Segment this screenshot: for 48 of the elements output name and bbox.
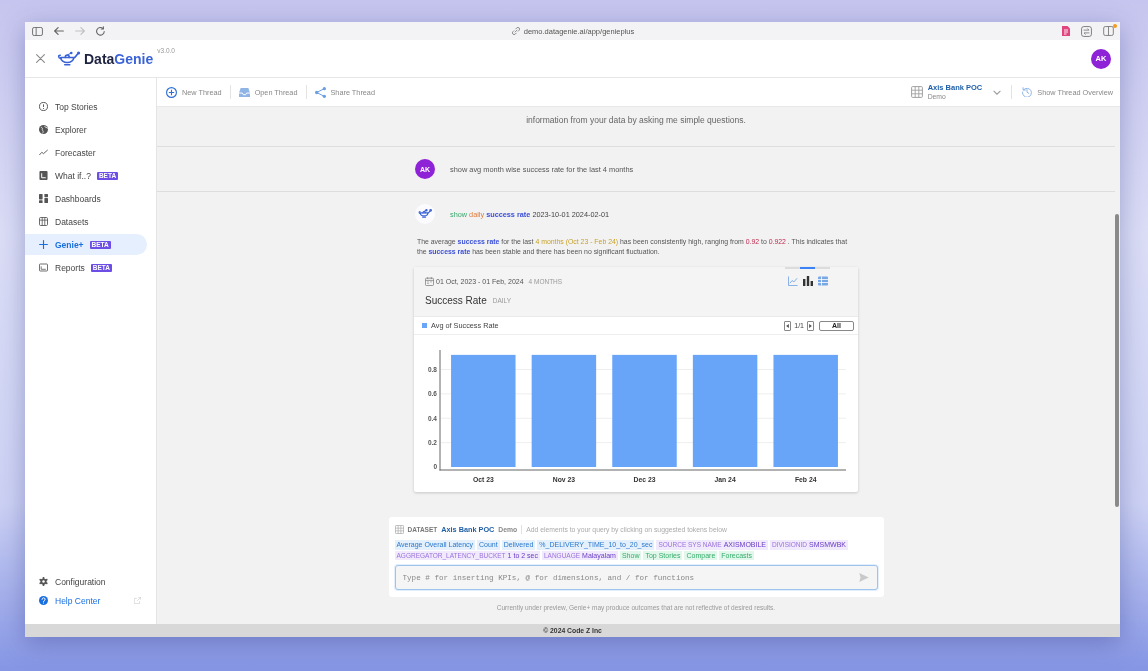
share-icon xyxy=(314,86,326,98)
close-icon[interactable] xyxy=(36,54,45,63)
brand-name: DataGenie xyxy=(84,50,154,67)
globe-icon xyxy=(39,125,48,134)
history-icon xyxy=(1022,87,1033,97)
inbox-icon xyxy=(238,86,250,98)
sidebar-item[interactable]: Forecaster xyxy=(25,142,147,163)
chart-title: Success Rate xyxy=(425,295,487,306)
chart-frame-icon xyxy=(39,263,48,272)
lamp-avatar-icon xyxy=(415,204,435,224)
chevron-down-icon xyxy=(993,89,1002,95)
reload-icon[interactable] xyxy=(96,26,105,36)
trend-line-icon xyxy=(39,148,48,157)
table-icon xyxy=(394,524,404,534)
scrollbar-thumb[interactable] xyxy=(1115,214,1119,507)
gear-icon xyxy=(39,577,48,586)
sidebar-item[interactable]: Configuration xyxy=(25,572,147,591)
sidebar-item[interactable]: Explorer xyxy=(25,119,147,140)
split-view-icon[interactable] xyxy=(1103,26,1114,36)
caret-right-icon xyxy=(809,323,812,328)
caret-left-icon xyxy=(786,323,790,328)
swap-icon[interactable] xyxy=(1081,25,1092,37)
line-chart-icon xyxy=(787,276,798,286)
sidebar-toggle-icon[interactable] xyxy=(32,26,43,36)
sidebar-item[interactable]: Dashboards xyxy=(25,188,147,209)
calendar-icon xyxy=(425,276,434,286)
back-arrow-icon[interactable] xyxy=(54,27,64,35)
chart-view-tab[interactable] xyxy=(800,267,815,286)
plus-circle-icon xyxy=(166,86,177,98)
lamp-logo-icon xyxy=(57,51,81,66)
dashboard-icon xyxy=(39,194,48,203)
link-icon xyxy=(511,27,520,35)
table-icon xyxy=(39,217,48,226)
book-icon xyxy=(39,171,48,180)
sidebar-item[interactable]: Datasets xyxy=(25,211,147,232)
sidebar-item[interactable]: Top Stories xyxy=(25,96,147,117)
table-icon xyxy=(910,86,923,98)
document-icon[interactable] xyxy=(1062,26,1070,36)
previous-page-button[interactable] xyxy=(784,320,792,331)
plus-icon xyxy=(39,240,48,249)
info-icon xyxy=(39,102,48,111)
external-link-icon xyxy=(134,597,141,604)
bar-chart-icon xyxy=(802,276,813,286)
intro-text: information from your data by asking me simple questions. xyxy=(526,115,746,125)
next-page-button[interactable] xyxy=(807,320,814,331)
table-icon xyxy=(817,276,828,286)
help-icon xyxy=(39,596,48,605)
sidebar-link[interactable]: Help Center xyxy=(25,591,147,610)
